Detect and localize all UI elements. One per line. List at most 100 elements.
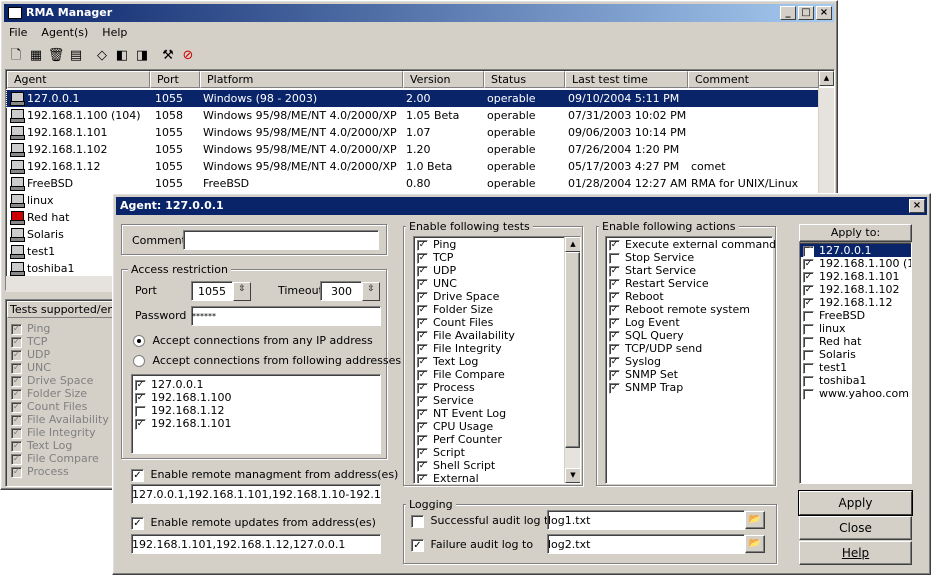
apply-to-item-checkbox[interactable] xyxy=(803,310,814,322)
action-item-checkbox[interactable]: ✓ xyxy=(609,356,620,368)
scroll-up-arrow[interactable]: ▲ xyxy=(819,71,834,86)
apply-to-item-checkbox[interactable] xyxy=(803,362,814,374)
test-item-checkbox[interactable]: ✓ xyxy=(417,447,428,459)
action-item[interactable]: ✓ TCP/UDP send xyxy=(606,342,772,355)
remote-mgmt-input[interactable] xyxy=(131,484,381,504)
test-item-checkbox[interactable]: ✓ xyxy=(417,317,428,329)
test-item[interactable]: ✓ File Availability xyxy=(414,329,580,342)
apply-to-item[interactable]: Red hat xyxy=(800,335,911,348)
close-button[interactable]: × xyxy=(816,6,832,20)
test-item[interactable]: ✓ CPU Usage xyxy=(414,420,580,433)
address-item[interactable]: ✓ 192.168.1.100 xyxy=(132,391,380,404)
test-item-checkbox[interactable]: ✓ xyxy=(417,291,428,303)
apply-to-item-checkbox[interactable] xyxy=(803,323,814,335)
tests-scroll-down[interactable]: ▼ xyxy=(565,468,580,483)
remote-mgmt-check[interactable]: ✓ Enable remote managment from address(e… xyxy=(131,468,398,482)
apply-to-item[interactable]: linux xyxy=(800,322,911,335)
table-row[interactable]: 127.0.0.1 1055 Windows (98 - 2003) 2.00 oper… xyxy=(6,89,819,108)
tests-scroll-thumb[interactable] xyxy=(565,252,580,448)
radio-following[interactable]: Accept connections from following addres… xyxy=(133,354,401,367)
test-item-checkbox[interactable]: ✓ xyxy=(417,408,428,420)
radio-any-ip-dot[interactable] xyxy=(133,335,145,347)
action-item[interactable]: ✓ Reboot xyxy=(606,290,772,303)
help-button[interactable]: Help xyxy=(799,541,912,565)
col-status[interactable]: Status xyxy=(484,71,565,88)
test-item[interactable]: ✓ Drive Space xyxy=(414,290,580,303)
apply-to-item-checkbox[interactable]: ✓ xyxy=(803,271,814,283)
port-input[interactable] xyxy=(191,281,233,301)
delete-icon[interactable]: 🗑 xyxy=(46,46,66,66)
test-item-checkbox[interactable]: ✓ xyxy=(417,382,428,394)
test-item[interactable]: ✓ Process xyxy=(414,381,580,394)
test-item-checkbox[interactable]: ✓ xyxy=(417,278,428,290)
action-item[interactable]: ✓ Execute external command xyxy=(606,238,776,251)
action-item[interactable]: ✓ Restart Service xyxy=(606,277,772,290)
h-scrollbar[interactable] xyxy=(6,276,119,292)
action-item-checkbox[interactable]: ✓ xyxy=(609,382,620,394)
test-item-checkbox[interactable]: ✓ xyxy=(417,265,428,277)
test-item-checkbox[interactable]: ✓ xyxy=(417,356,428,368)
apply-to-item[interactable]: ✓ 192.168.1.100 (104 xyxy=(800,257,911,270)
tests-scroll-up[interactable]: ▲ xyxy=(565,237,580,252)
col-platform[interactable]: Platform xyxy=(200,71,403,88)
action-item-checkbox[interactable]: ✓ xyxy=(609,265,620,277)
export-icon[interactable]: ◨ xyxy=(132,46,152,66)
apply-to-item[interactable]: ✓ 192.168.1.12 xyxy=(800,296,911,309)
menu-agents[interactable]: Agent(s) xyxy=(41,26,88,39)
comment-input[interactable] xyxy=(183,230,379,250)
action-item-checkbox[interactable]: ✓ xyxy=(609,343,620,355)
test-item-checkbox[interactable]: ✓ xyxy=(417,330,428,342)
action-item-checkbox[interactable] xyxy=(609,252,620,264)
action-item-checkbox[interactable]: ✓ xyxy=(609,369,620,381)
col-port[interactable]: Port xyxy=(150,71,200,88)
test-item-checkbox[interactable]: ✓ xyxy=(417,252,428,264)
test-item-checkbox[interactable]: ✓ xyxy=(417,239,428,251)
port-spinner[interactable]: ⇳ xyxy=(233,282,251,301)
remote-upd-checkbox[interactable]: ✓ xyxy=(131,516,144,530)
tests-scrollbar[interactable]: ▲ ▼ xyxy=(564,237,580,483)
col-last-test[interactable]: Last test time xyxy=(565,71,688,88)
properties-icon[interactable]: ▦ xyxy=(26,46,46,66)
col-version[interactable]: Version xyxy=(403,71,484,88)
apply-to-item[interactable]: toshiba1 xyxy=(800,374,911,387)
action-item[interactable]: Stop Service xyxy=(606,251,772,264)
failure-log-checkbox[interactable]: ✓ xyxy=(411,538,424,552)
remote-upd-input[interactable] xyxy=(131,534,381,554)
apply-to-item-checkbox[interactable] xyxy=(803,336,814,348)
test-item-checkbox[interactable]: ✓ xyxy=(417,421,428,433)
success-log-check[interactable]: Successful audit log to xyxy=(411,514,555,528)
apply-to-item[interactable]: Solaris xyxy=(800,348,911,361)
address-item-checkbox[interactable] xyxy=(135,405,146,417)
address-item[interactable]: ✓ 127.0.0.1 xyxy=(132,378,380,391)
new-icon[interactable]: 🗋 xyxy=(6,46,26,66)
menu-file[interactable]: File xyxy=(9,26,27,39)
success-log-input[interactable] xyxy=(547,510,745,530)
apply-to-item-checkbox[interactable]: ✓ xyxy=(803,245,814,257)
menu-help[interactable]: Help xyxy=(102,26,127,39)
action-item[interactable]: ✓ Log Event xyxy=(606,316,772,329)
timeout-spinner[interactable]: ⇳ xyxy=(362,282,380,301)
close-dialog-button[interactable]: Close xyxy=(799,516,912,540)
test-item-checkbox[interactable]: ✓ xyxy=(417,304,428,316)
import-icon[interactable]: ◧ xyxy=(112,46,132,66)
apply-to-item-checkbox[interactable] xyxy=(803,349,814,361)
remote-upd-check[interactable]: ✓ Enable remote updates from address(es) xyxy=(131,516,376,530)
col-comment[interactable]: Comment xyxy=(688,71,819,88)
password-input[interactable] xyxy=(191,306,381,326)
failure-log-input[interactable] xyxy=(547,534,745,554)
apply-to-item[interactable]: ✓ 127.0.0.1 xyxy=(800,244,911,257)
apply-button[interactable]: Apply xyxy=(799,491,912,515)
address-item[interactable]: 192.168.1.12 xyxy=(132,404,380,417)
stop-icon[interactable]: ⊘ xyxy=(178,46,198,66)
apply-to-item[interactable]: ✓ 192.168.1.102 xyxy=(800,283,911,296)
test-item[interactable]: ✓ Text Log xyxy=(414,355,580,368)
test-item[interactable]: ✓ File Compare xyxy=(414,368,580,381)
table-row[interactable]: 192.168.1.100 (104) 1058 Windows 95/98/ME/… xyxy=(7,107,818,124)
action-item[interactable]: ✓ SQL Query xyxy=(606,329,772,342)
test-icon[interactable]: ◇ xyxy=(92,46,112,66)
test-item[interactable]: ✓ Perf Counter xyxy=(414,433,580,446)
table-row[interactable]: FreeBSD 1055 FreeBSD 0.80 operable 01/28/2004… xyxy=(7,175,818,192)
action-item[interactable]: ✓ Start Service xyxy=(606,264,772,277)
maximize-button[interactable]: □ xyxy=(798,6,814,20)
action-item-checkbox[interactable]: ✓ xyxy=(609,304,620,316)
